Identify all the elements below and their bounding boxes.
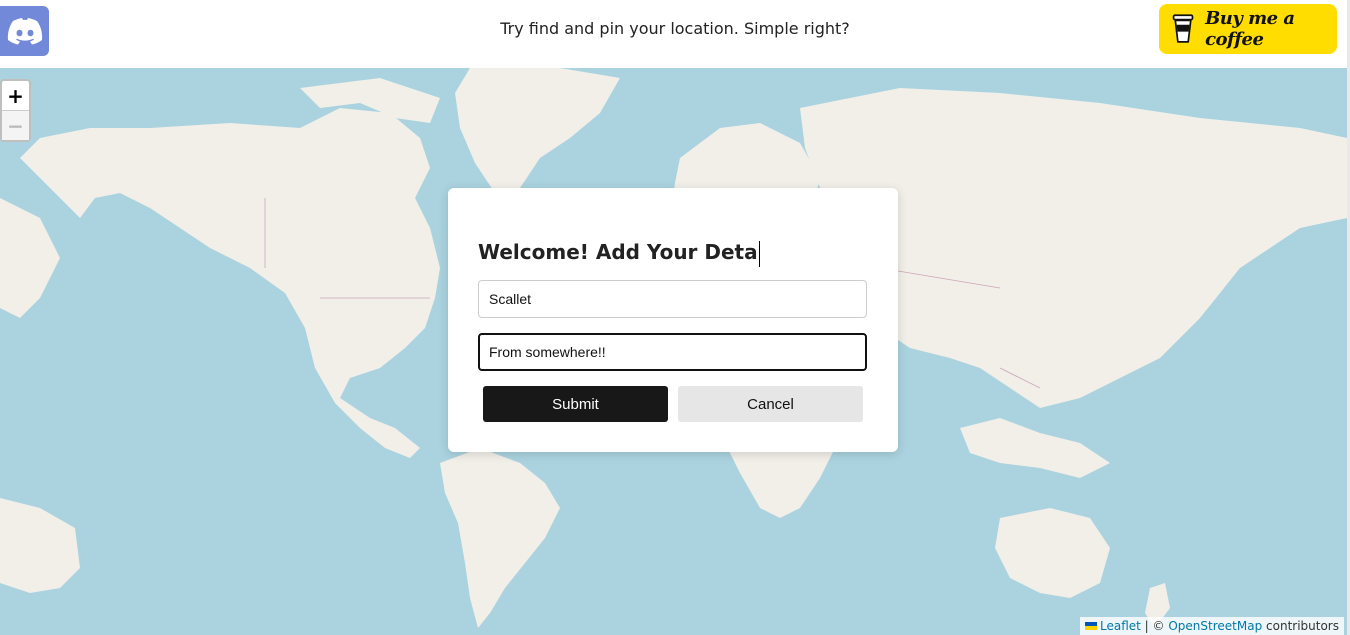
- zoom-out-button[interactable]: −: [2, 111, 29, 140]
- zoom-control: + −: [0, 79, 31, 142]
- attribution-separator: | ©: [1140, 619, 1169, 633]
- text-caret: [758, 240, 760, 267]
- leaflet-link[interactable]: Leaflet: [1100, 617, 1141, 635]
- name-input[interactable]: [478, 280, 867, 318]
- ukraine-flag-icon: [1085, 622, 1097, 630]
- attribution-contributors: contributors: [1262, 619, 1339, 633]
- cancel-button[interactable]: Cancel: [678, 386, 863, 422]
- page-tagline: Try find and pin your location. Simple r…: [500, 19, 850, 38]
- coffee-cup-icon: [1172, 14, 1194, 43]
- modal-title: Welcome! Add Your Deta: [478, 240, 760, 267]
- modal-title-text: Welcome! Add Your Deta: [478, 240, 758, 264]
- add-details-modal: Welcome! Add Your Deta Submit Cancel: [448, 188, 898, 452]
- openstreetmap-link[interactable]: OpenStreetMap: [1168, 617, 1262, 635]
- buy-me-a-coffee-button[interactable]: Buy me a coffee: [1159, 4, 1337, 54]
- top-bar: Try find and pin your location. Simple r…: [0, 0, 1350, 68]
- submit-button[interactable]: Submit: [483, 386, 668, 422]
- zoom-in-button[interactable]: +: [2, 81, 29, 111]
- map-attribution: Leaflet | © OpenStreetMap contributors: [1080, 617, 1344, 635]
- description-input[interactable]: [478, 333, 867, 371]
- coffee-button-label: Buy me a coffee: [1205, 8, 1295, 50]
